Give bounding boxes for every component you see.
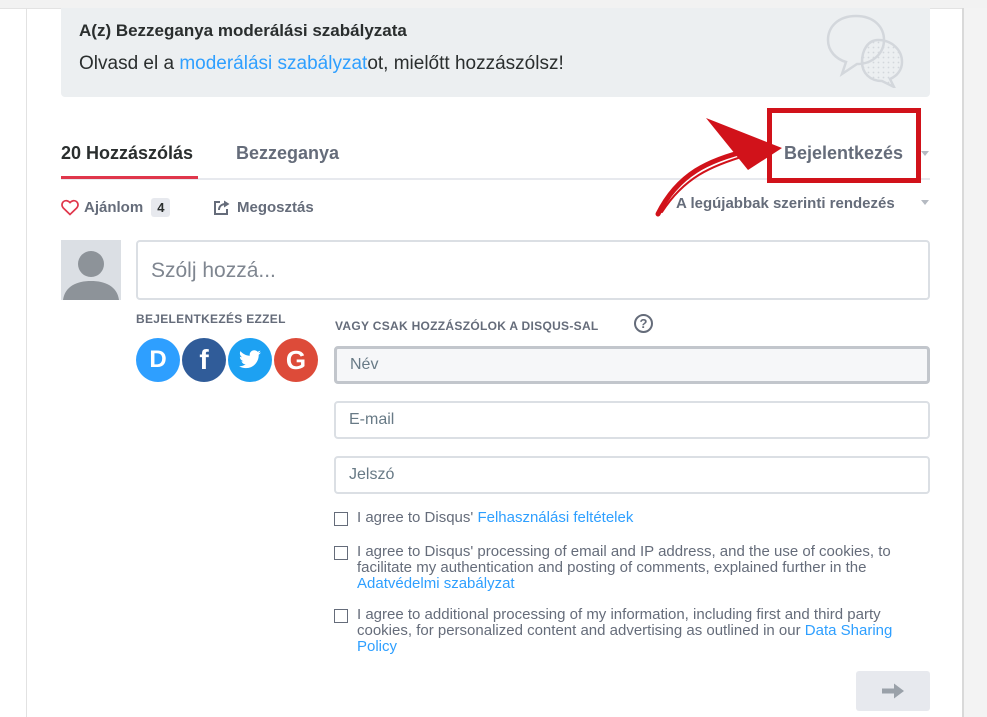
right-gutter bbox=[964, 8, 987, 717]
recommend-count-badge: 4 bbox=[151, 197, 171, 217]
login-dropdown-caret-icon[interactable] bbox=[921, 151, 929, 156]
privacy-text-body: I agree to Disqus' processing of email a… bbox=[357, 543, 891, 576]
moderation-title: A(z) Bezzeganya moderálási szabályzata bbox=[79, 21, 407, 40]
google-login-icon[interactable]: G bbox=[274, 338, 318, 382]
data-sharing-text: I agree to additional processing of my i… bbox=[357, 607, 930, 655]
sort-chevron-down-icon[interactable] bbox=[921, 200, 929, 205]
disqus-login-icon[interactable]: D bbox=[136, 338, 180, 382]
data-sharing-checkbox-row: I agree to additional processing of my i… bbox=[334, 607, 930, 655]
chat-bubbles-icon bbox=[826, 14, 904, 88]
password-input[interactable] bbox=[336, 458, 928, 492]
terms-checkbox[interactable] bbox=[334, 512, 348, 526]
left-border bbox=[26, 8, 27, 717]
share-icon bbox=[214, 200, 230, 215]
terms-link[interactable]: Felhasználási feltételek bbox=[477, 509, 633, 526]
comment-placeholder: Szólj hozzá... bbox=[151, 259, 276, 282]
moderation-banner: A(z) Bezzeganya moderálási szabályzata O… bbox=[61, 8, 930, 97]
data-sharing-checkbox[interactable] bbox=[334, 609, 348, 623]
active-tab-underline bbox=[61, 176, 198, 179]
recommend-label: Ajánlom bbox=[84, 198, 144, 216]
arrow-right-icon bbox=[882, 683, 904, 699]
privacy-checkbox-row: I agree to Disqus' processing of email a… bbox=[334, 544, 930, 592]
facebook-login-icon[interactable]: f bbox=[182, 338, 226, 382]
name-field[interactable] bbox=[334, 346, 930, 384]
email-input[interactable] bbox=[336, 403, 928, 437]
tab-comments[interactable]: 20 Hozzászólás bbox=[61, 143, 193, 164]
twitter-login-icon[interactable] bbox=[228, 338, 272, 382]
submit-button[interactable] bbox=[856, 671, 930, 711]
avatar bbox=[61, 240, 121, 300]
moderation-text-before: Olvasd el a bbox=[79, 53, 180, 74]
comment-input[interactable]: Szólj hozzá... bbox=[136, 240, 930, 300]
tab-community[interactable]: Bezzeganya bbox=[236, 143, 339, 164]
heart-icon bbox=[61, 199, 79, 216]
user-silhouette-icon bbox=[63, 251, 119, 300]
sort-dropdown[interactable]: A legújabbak szerinti rendezés bbox=[676, 195, 895, 212]
twitter-bird-icon bbox=[239, 350, 261, 369]
terms-checkbox-row: I agree to Disqus' Felhasználási feltéte… bbox=[334, 510, 930, 526]
email-field[interactable] bbox=[334, 401, 930, 439]
privacy-text: I agree to Disqus' processing of email a… bbox=[357, 544, 930, 592]
question-circle-icon[interactable]: ? bbox=[634, 314, 653, 333]
guest-label: VAGY CSAK HOZZÁSZÓLOK A DISQUS-SAL bbox=[335, 319, 599, 333]
name-input[interactable] bbox=[337, 349, 927, 381]
password-field[interactable] bbox=[334, 456, 930, 494]
data-sharing-text-body: I agree to additional processing of my i… bbox=[357, 606, 881, 639]
share-label: Megosztás bbox=[237, 198, 314, 216]
share-button[interactable]: Megosztás bbox=[213, 196, 314, 218]
moderation-text-after: ot, mielőtt hozzászólsz! bbox=[367, 53, 564, 74]
moderation-text: Olvasd el a moderálási szabályzatot, mie… bbox=[79, 53, 564, 75]
annotation-highlight-box bbox=[767, 108, 921, 183]
login-with-label: BEJELENTKEZÉS EZZEL bbox=[136, 312, 286, 326]
moderation-policy-link[interactable]: moderálási szabályzat bbox=[179, 53, 367, 74]
terms-text: I agree to Disqus' Felhasználási feltéte… bbox=[357, 510, 930, 526]
privacy-checkbox[interactable] bbox=[334, 546, 348, 560]
terms-text-body: I agree to Disqus' bbox=[357, 509, 478, 526]
recommend-button[interactable]: Ajánlom 4 bbox=[61, 196, 171, 218]
privacy-link[interactable]: Adatvédelmi szabályzat bbox=[357, 575, 515, 592]
